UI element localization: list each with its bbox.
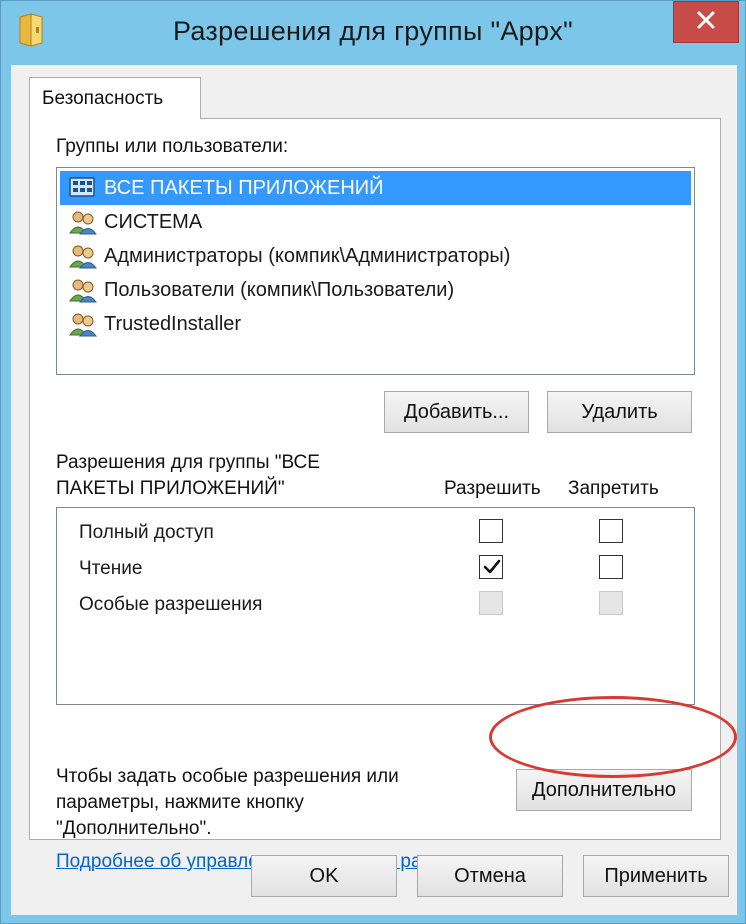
- cancel-button[interactable]: Отмена: [417, 855, 563, 897]
- advanced-button[interactable]: Дополнительно: [516, 769, 692, 811]
- ok-button[interactable]: OK: [251, 855, 397, 897]
- list-item-label: Администраторы (компик\Администраторы): [104, 244, 511, 267]
- advanced-hint-line3: "Дополнительно".: [56, 818, 212, 839]
- list-item[interactable]: TrustedInstaller: [60, 307, 691, 341]
- allow-checkbox-read[interactable]: [479, 555, 503, 579]
- groups-listbox[interactable]: ВСЕ ПАКЕТЫ ПРИЛОЖЕНИЙ СИСТЕМА Администра…: [56, 167, 695, 375]
- users-group-icon: [68, 311, 98, 337]
- permission-row-full-access: Полный доступ: [57, 516, 694, 550]
- groups-label: Группы или пользователи:: [56, 136, 289, 157]
- permission-name: Особые разрешения: [79, 594, 263, 615]
- advanced-hint-line2: параметры, нажмите кнопку: [56, 792, 304, 813]
- deny-column-header: Запретить: [568, 478, 659, 499]
- permissions-dialog: Разрешения для группы "Appx" Безопасност…: [0, 0, 746, 924]
- tab-security[interactable]: Безопасность: [29, 77, 201, 119]
- permission-row-special: Особые разрешения: [57, 588, 694, 622]
- permission-name: Чтение: [79, 558, 143, 579]
- apply-button[interactable]: Применить: [583, 855, 729, 897]
- app-packages-icon: [68, 175, 98, 201]
- deny-checkbox-read[interactable]: [599, 555, 623, 579]
- window-title: Разрешения для группы "Appx": [173, 16, 573, 46]
- permissions-header-line1: Разрешения для группы "ВСЕ: [56, 452, 320, 473]
- users-group-icon: [68, 277, 98, 303]
- security-panel: Группы или пользователи: ВСЕ ПАКЕТЫ ПРИЛ…: [29, 118, 721, 872]
- dialog-body: Безопасность Группы или пользователи: ВС…: [11, 65, 737, 915]
- deny-checkbox-special: [599, 591, 623, 615]
- users-group-icon: [68, 209, 98, 235]
- checkmark-icon: [483, 559, 501, 574]
- close-button[interactable]: [673, 1, 739, 43]
- add-button[interactable]: Добавить...: [384, 391, 529, 433]
- list-item-label: Пользователи (компик\Пользователи): [104, 278, 455, 301]
- permissions-header-line2: ПАКЕТЫ ПРИЛОЖЕНИЙ": [56, 478, 285, 499]
- permission-row-read: Чтение: [57, 552, 694, 586]
- close-icon: [696, 10, 716, 35]
- permissions-list: Полный доступ Чтение Особые разрешения: [56, 507, 695, 705]
- remove-button[interactable]: Удалить: [547, 391, 692, 433]
- list-item-label: ВСЕ ПАКЕТЫ ПРИЛОЖЕНИЙ: [104, 176, 384, 199]
- allow-column-header: Разрешить: [444, 478, 541, 499]
- permission-name: Полный доступ: [79, 522, 214, 543]
- list-item-label: СИСТЕМА: [104, 210, 203, 233]
- list-item[interactable]: ВСЕ ПАКЕТЫ ПРИЛОЖЕНИЙ: [60, 171, 691, 205]
- list-item[interactable]: Администраторы (компик\Администраторы): [60, 239, 691, 273]
- advanced-hint-line1: Чтобы задать особые разрешения или: [56, 766, 399, 787]
- list-item[interactable]: СИСТЕМА: [60, 205, 691, 239]
- title-bar[interactable]: Разрешения для группы "Appx": [1, 1, 745, 63]
- list-item[interactable]: Пользователи (компик\Пользователи): [60, 273, 691, 307]
- list-item-label: TrustedInstaller: [104, 312, 242, 335]
- allow-checkbox-full-access[interactable]: [479, 519, 503, 543]
- deny-checkbox-full-access[interactable]: [599, 519, 623, 543]
- users-group-icon: [68, 243, 98, 269]
- allow-checkbox-special: [479, 591, 503, 615]
